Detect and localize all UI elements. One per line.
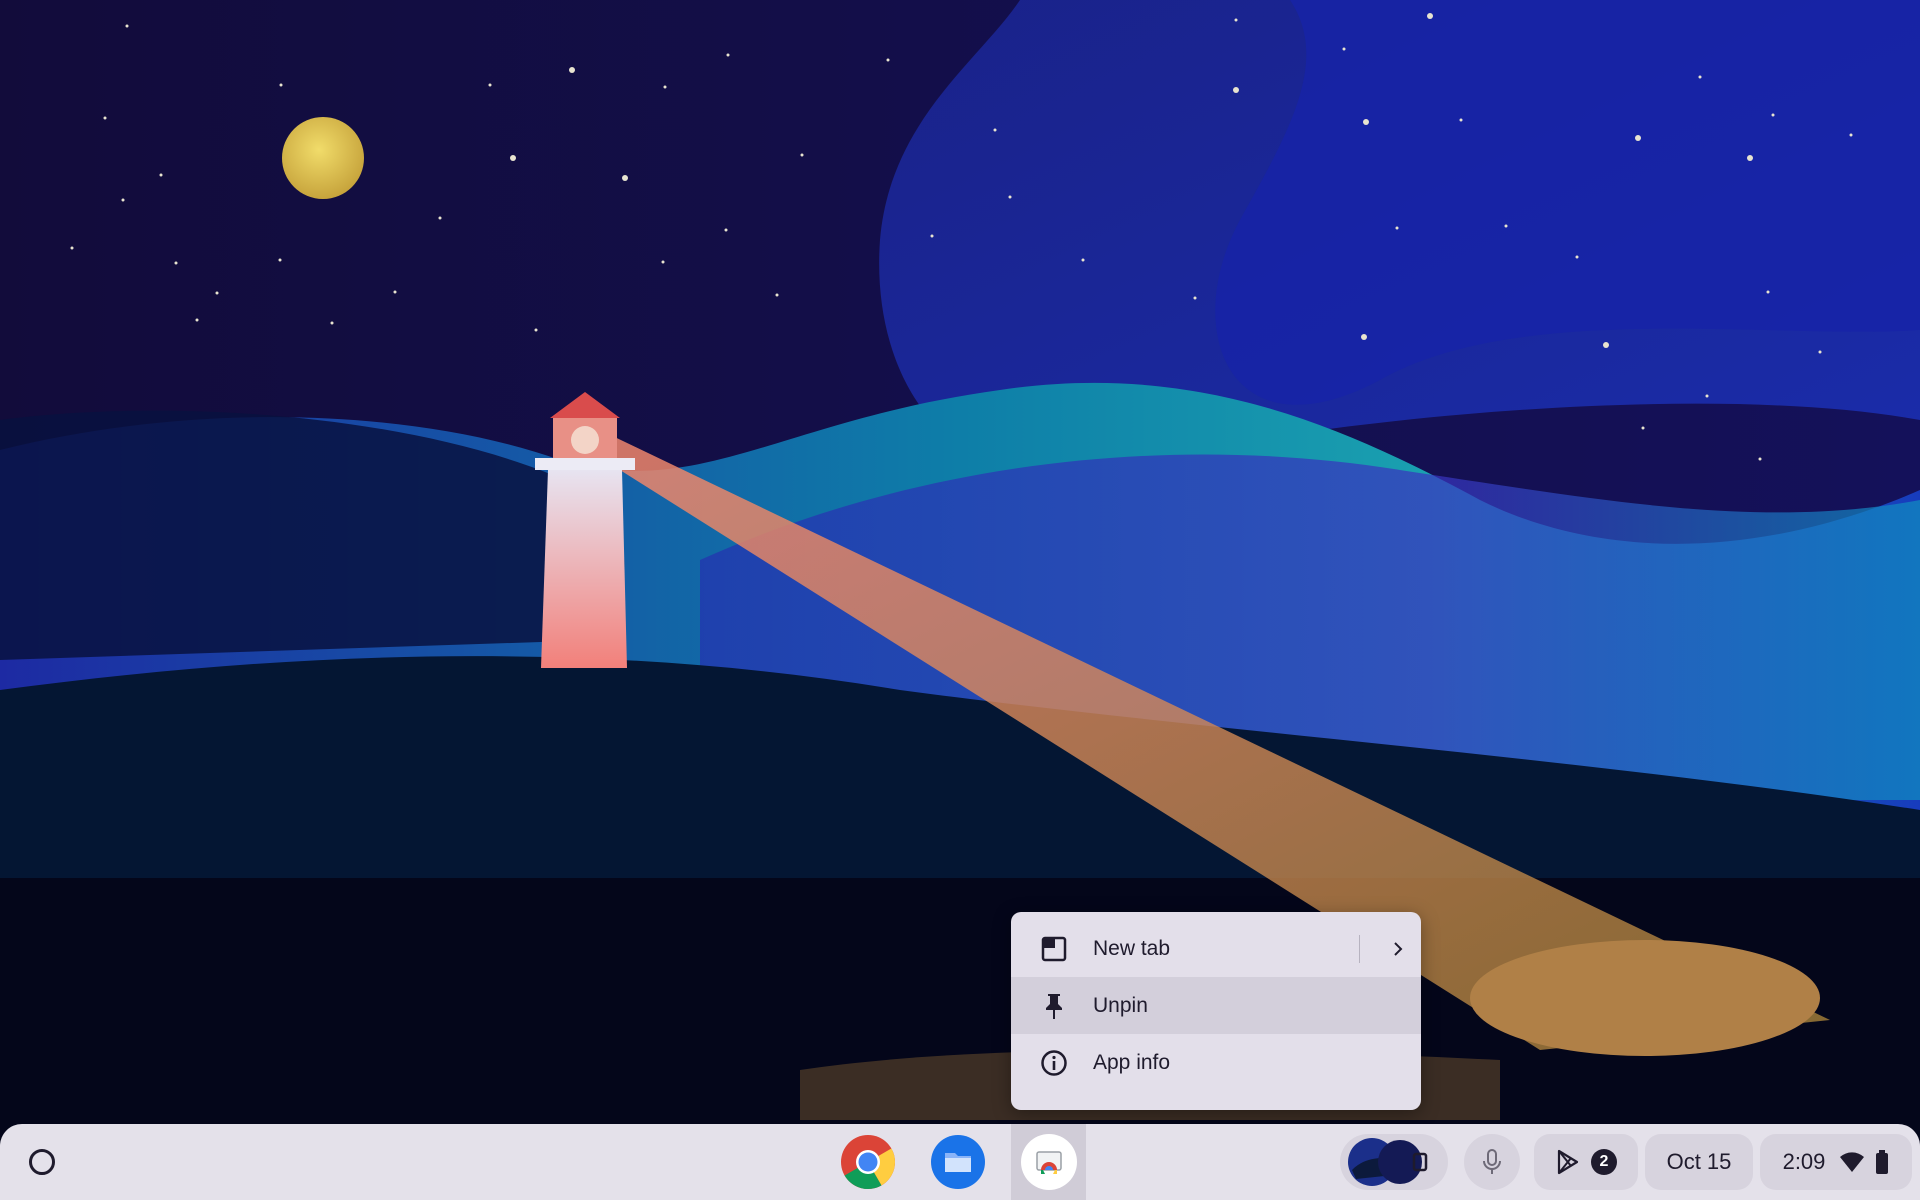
new-tab-icon bbox=[1039, 934, 1069, 964]
files-icon[interactable] bbox=[930, 1134, 986, 1190]
app-context-menu: New tab Unpin App info bbox=[1011, 912, 1421, 1110]
menu-item-label: Unpin bbox=[1093, 993, 1148, 1017]
divider bbox=[1359, 935, 1360, 963]
date-tray[interactable]: Oct 15 bbox=[1645, 1134, 1753, 1190]
menu-item-new-tab[interactable]: New tab bbox=[1011, 920, 1421, 977]
microphone-icon bbox=[1483, 1149, 1501, 1174]
menu-item-unpin[interactable]: Unpin bbox=[1011, 977, 1421, 1034]
menu-item-label: New tab bbox=[1093, 936, 1171, 960]
status-area[interactable]: 2:09 bbox=[1760, 1134, 1912, 1190]
battery-icon bbox=[1876, 1150, 1889, 1174]
menu-item-app-info[interactable]: App info bbox=[1011, 1034, 1421, 1091]
play-store-icon bbox=[1557, 1149, 1579, 1175]
wallpaper bbox=[0, 0, 1920, 1200]
holding-space-icon bbox=[1348, 1138, 1428, 1186]
info-icon bbox=[1039, 1048, 1069, 1078]
dictation-button[interactable] bbox=[1464, 1134, 1520, 1190]
time-label: 2:09 bbox=[1782, 1149, 1826, 1174]
shelf: 2 Oct 15 2:09 bbox=[0, 1124, 1920, 1200]
chevron-right-icon[interactable] bbox=[1383, 934, 1413, 964]
holding-space-tray[interactable] bbox=[1340, 1134, 1448, 1190]
date-label: Oct 15 bbox=[1666, 1149, 1732, 1174]
notification-count-badge: 2 bbox=[1591, 1149, 1617, 1175]
chrome-web-app-icon[interactable] bbox=[1021, 1134, 1077, 1190]
menu-item-label: App info bbox=[1093, 1050, 1171, 1074]
wifi-icon bbox=[1840, 1152, 1865, 1172]
pin-icon bbox=[1039, 991, 1069, 1021]
launcher-circle-icon bbox=[29, 1149, 55, 1175]
chrome-icon[interactable] bbox=[840, 1134, 896, 1190]
notification-tray[interactable]: 2 bbox=[1534, 1134, 1638, 1190]
launcher-button[interactable] bbox=[18, 1138, 66, 1186]
